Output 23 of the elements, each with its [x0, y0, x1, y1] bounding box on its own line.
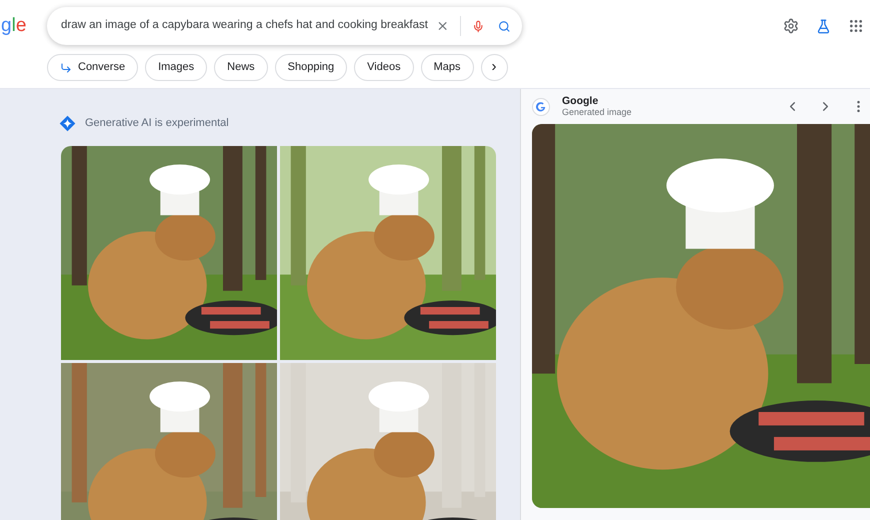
settings-icon[interactable] [783, 18, 799, 34]
logo-letter[interactable]: e [16, 12, 26, 40]
notice-text: Generative AI is experimental [85, 116, 229, 131]
filter-chip[interactable]: Videos [354, 54, 414, 81]
source-name[interactable]: Google [562, 96, 632, 106]
search-text: draw an image of a capybara wearing a chefs hat and cooking breakfast [61, 18, 428, 34]
filter-chip[interactable]: Maps [420, 54, 474, 81]
microphone-icon[interactable] [472, 18, 485, 34]
search-icon[interactable] [498, 18, 510, 34]
flask-icon[interactable] [816, 18, 831, 34]
apps-icon[interactable] [848, 18, 864, 34]
search-field[interactable]: draw an image of a capybara wearing a chefs hat and cooking breakfast [47, 7, 522, 45]
sparkle-icon [59, 114, 76, 132]
source-subtitle: Generated image [562, 108, 632, 118]
chip-label: Converse [78, 60, 126, 76]
filter-chip[interactable]: News [214, 54, 268, 81]
filter-chip[interactable]: Shopping [274, 54, 348, 81]
converse-chip[interactable]: Converse [47, 54, 138, 81]
filter-chip[interactable]: Images [145, 54, 208, 81]
arrow-icon [60, 62, 72, 74]
google-logo-icon [532, 98, 550, 116]
more-button[interactable]: › [480, 54, 508, 81]
logo-letter[interactable]: g [1, 12, 12, 40]
